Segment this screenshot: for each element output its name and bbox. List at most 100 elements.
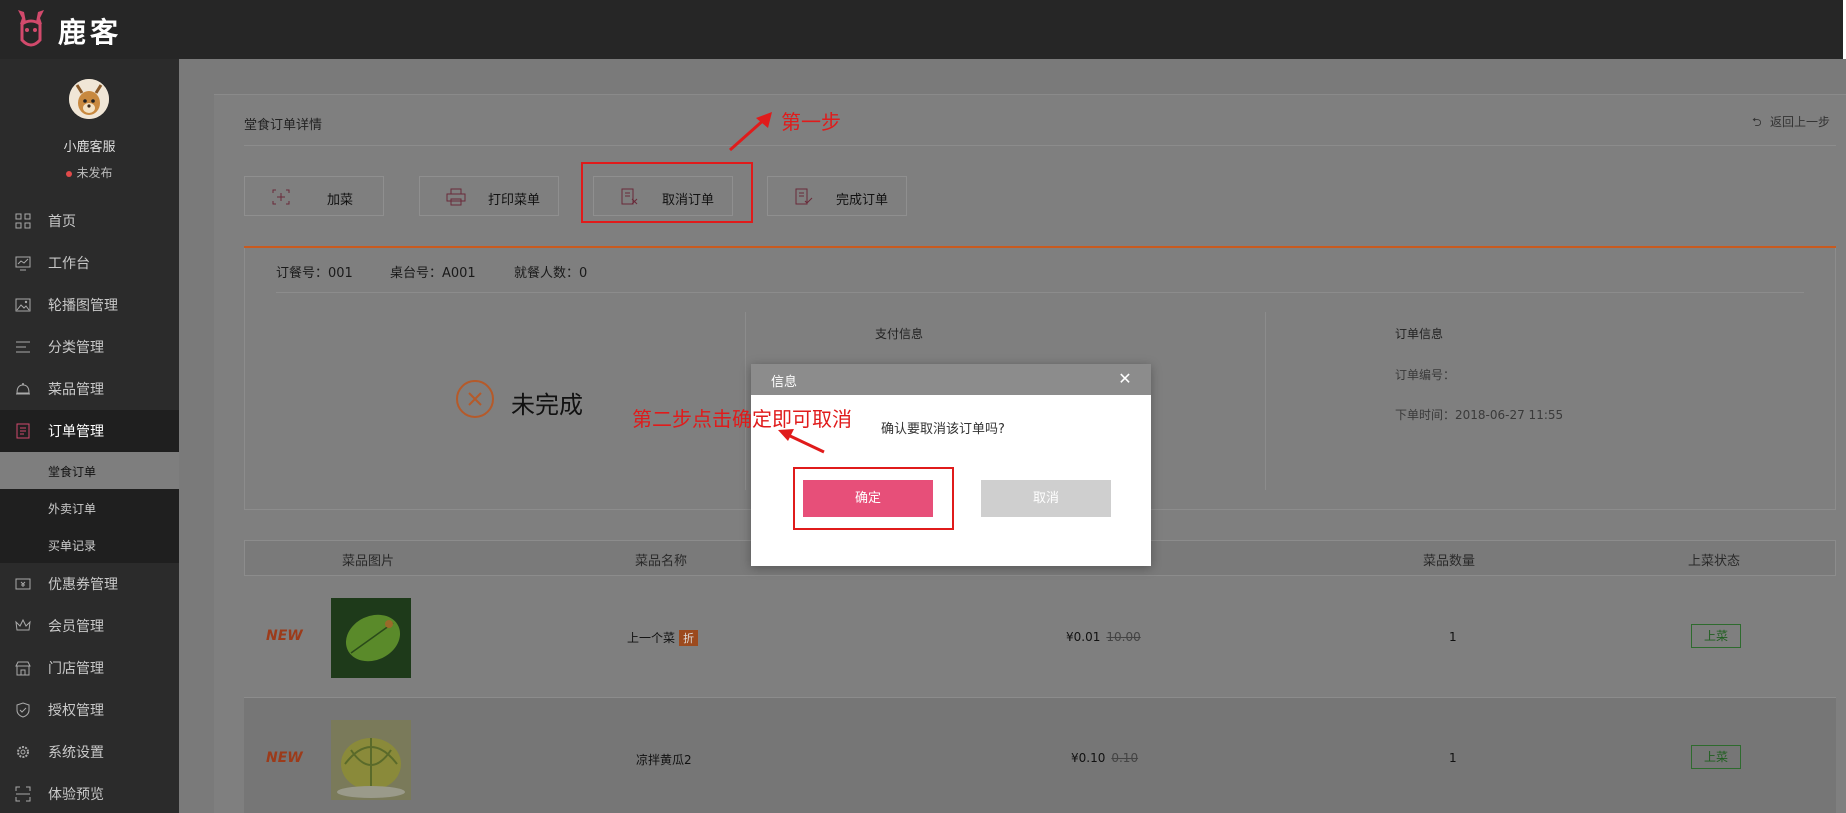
order-id-label: 订单编号：	[1395, 368, 1456, 382]
grid-icon	[15, 213, 31, 229]
close-circle-icon	[456, 380, 494, 418]
column-header: 菜品数量	[1423, 554, 1476, 569]
payment-info-title: 支付信息	[875, 327, 924, 341]
sidebar-subitem-dinein-orders[interactable]: 堂食订单	[0, 452, 179, 489]
table-row	[244, 576, 1836, 698]
profile-status-text: 未发布	[76, 166, 113, 180]
sidebar-item-label: 系统设置	[48, 745, 104, 761]
cloche-icon	[16, 383, 30, 395]
add-dish-label: 加菜	[327, 193, 354, 208]
sidebar-subitem-bill-records[interactable]: 买单记录	[0, 526, 179, 563]
back-link-label: 返回上一步	[1770, 115, 1831, 129]
confirm-dialog: 信息 ✕ 确认要取消该订单吗? 确定 取消	[751, 364, 1151, 566]
dish-quantity: 1	[1449, 751, 1457, 765]
dialog-message: 确认要取消该订单吗?	[881, 422, 1005, 437]
back-arrow-icon: ⮌	[1752, 115, 1762, 129]
sidebar-item-label: 会员管理	[48, 619, 104, 635]
dish-price: ¥0.10 0.10	[1071, 751, 1138, 765]
dish-quantity: 1	[1449, 630, 1457, 644]
sidebar-item-carousel[interactable]: 轮播图管理	[0, 284, 179, 326]
sidebar-item-authorization[interactable]: 授权管理	[0, 689, 179, 731]
sidebar-item-preview[interactable]: 体验预览	[0, 773, 179, 813]
coupon-icon	[15, 578, 31, 590]
dish-name: 凉拌黄瓜2	[636, 751, 692, 768]
dish-name: 上一个菜折	[627, 629, 699, 646]
sidebar-item-home[interactable]: 首页	[0, 200, 179, 242]
sidebar-subitem-label: 外卖订单	[48, 502, 97, 516]
complete-order-label: 完成订单	[836, 193, 889, 208]
annotation-highlight-box	[793, 467, 954, 530]
sidebar-subitem-takeout-orders[interactable]: 外卖订单	[0, 489, 179, 526]
page-title: 堂食订单详情	[244, 118, 323, 133]
dish-price: ¥0.01 10.00	[1066, 630, 1141, 644]
image-icon	[15, 298, 31, 312]
table-number: 桌台号：A001	[390, 266, 476, 281]
column-header: 菜品名称	[635, 554, 688, 569]
divider	[244, 145, 1836, 146]
table-row	[244, 698, 1836, 813]
complete-order-button[interactable]: 完成订单	[767, 176, 907, 216]
dish-name-text: 上一个菜	[627, 631, 676, 645]
crown-icon	[15, 618, 31, 631]
sidebar-item-label: 分类管理	[48, 340, 104, 356]
shield-icon	[16, 702, 30, 718]
sidebar-item-label: 门店管理	[48, 661, 104, 677]
column-divider	[745, 312, 746, 490]
sidebar-item-category[interactable]: 分类管理	[0, 326, 179, 368]
dialog-header: 信息 ✕	[751, 364, 1151, 395]
dialog-title: 信息	[771, 375, 798, 390]
annotation-highlight-box	[581, 162, 753, 223]
column-header: 菜品图片	[342, 554, 395, 569]
serve-status-button[interactable]: 上菜	[1691, 745, 1741, 769]
logo-text: 鹿客	[58, 16, 123, 49]
profile-name: 小鹿客服	[63, 140, 116, 155]
list-icon	[16, 341, 30, 353]
gear-icon	[17, 746, 29, 758]
add-dish-button[interactable]: 加菜	[244, 176, 384, 216]
profile: 小鹿客服 未发布	[0, 59, 179, 197]
back-link[interactable]: ⮌ 返回上一步	[1752, 113, 1830, 134]
add-frame-icon	[272, 189, 290, 205]
sidebar-item-label: 首页	[48, 214, 76, 230]
status-dot	[66, 170, 73, 177]
cancel-button[interactable]: 取消	[981, 480, 1111, 517]
sidebar-item-settings[interactable]: 系统设置	[0, 731, 179, 773]
dish-name-text: 凉拌黄瓜2	[636, 753, 692, 767]
order-number: 订餐号：001	[276, 266, 353, 281]
sidebar-item-label: 菜品管理	[48, 382, 104, 398]
top-bar: 鹿客	[0, 0, 1846, 59]
profile-status: 未发布	[0, 164, 179, 181]
current-price: ¥0.10	[1071, 751, 1106, 765]
diner-count: 就餐人数：0	[514, 266, 588, 281]
sidebar-subitem-label: 买单记录	[48, 539, 97, 553]
original-price: 10.00	[1106, 630, 1141, 644]
scan-icon	[15, 786, 31, 802]
column-header: 上菜状态	[1688, 554, 1741, 569]
print-menu-button[interactable]: 打印菜单	[419, 176, 559, 216]
serve-status-button[interactable]: 上菜	[1691, 624, 1741, 648]
annotation-step1: 第一步	[781, 110, 841, 134]
dish-image[interactable]	[331, 598, 411, 678]
new-badge: NEW	[266, 628, 303, 644]
column-divider	[1265, 312, 1266, 490]
sidebar-item-dishes[interactable]: 菜品管理	[0, 368, 179, 410]
sidebar-item-label: 体验预览	[48, 787, 104, 803]
order-info-title: 订单信息	[1395, 327, 1444, 341]
close-icon[interactable]: ✕	[1117, 371, 1133, 387]
sidebar-item-members[interactable]: 会员管理	[0, 605, 179, 647]
order-status: 未完成	[511, 391, 583, 419]
order-time: 下单时间：2018-06-27 11:55	[1395, 408, 1564, 422]
annotation-arrow-icon	[729, 112, 772, 152]
sidebar-item-workbench[interactable]: 工作台	[0, 242, 179, 284]
discount-badge: 折	[679, 630, 699, 646]
sidebar-item-coupons[interactable]: 优惠券管理	[0, 563, 179, 605]
deer-logo-icon	[18, 10, 44, 47]
avatar[interactable]	[69, 79, 109, 119]
new-badge: NEW	[266, 750, 303, 766]
annotation-arrow-icon	[778, 429, 825, 454]
sidebar-item-label: 授权管理	[48, 703, 104, 719]
sidebar-item-stores[interactable]: 门店管理	[0, 647, 179, 689]
dish-image[interactable]	[331, 720, 411, 800]
sidebar-item-label: 优惠券管理	[48, 577, 118, 593]
sidebar-item-orders[interactable]: 订单管理	[0, 410, 179, 452]
